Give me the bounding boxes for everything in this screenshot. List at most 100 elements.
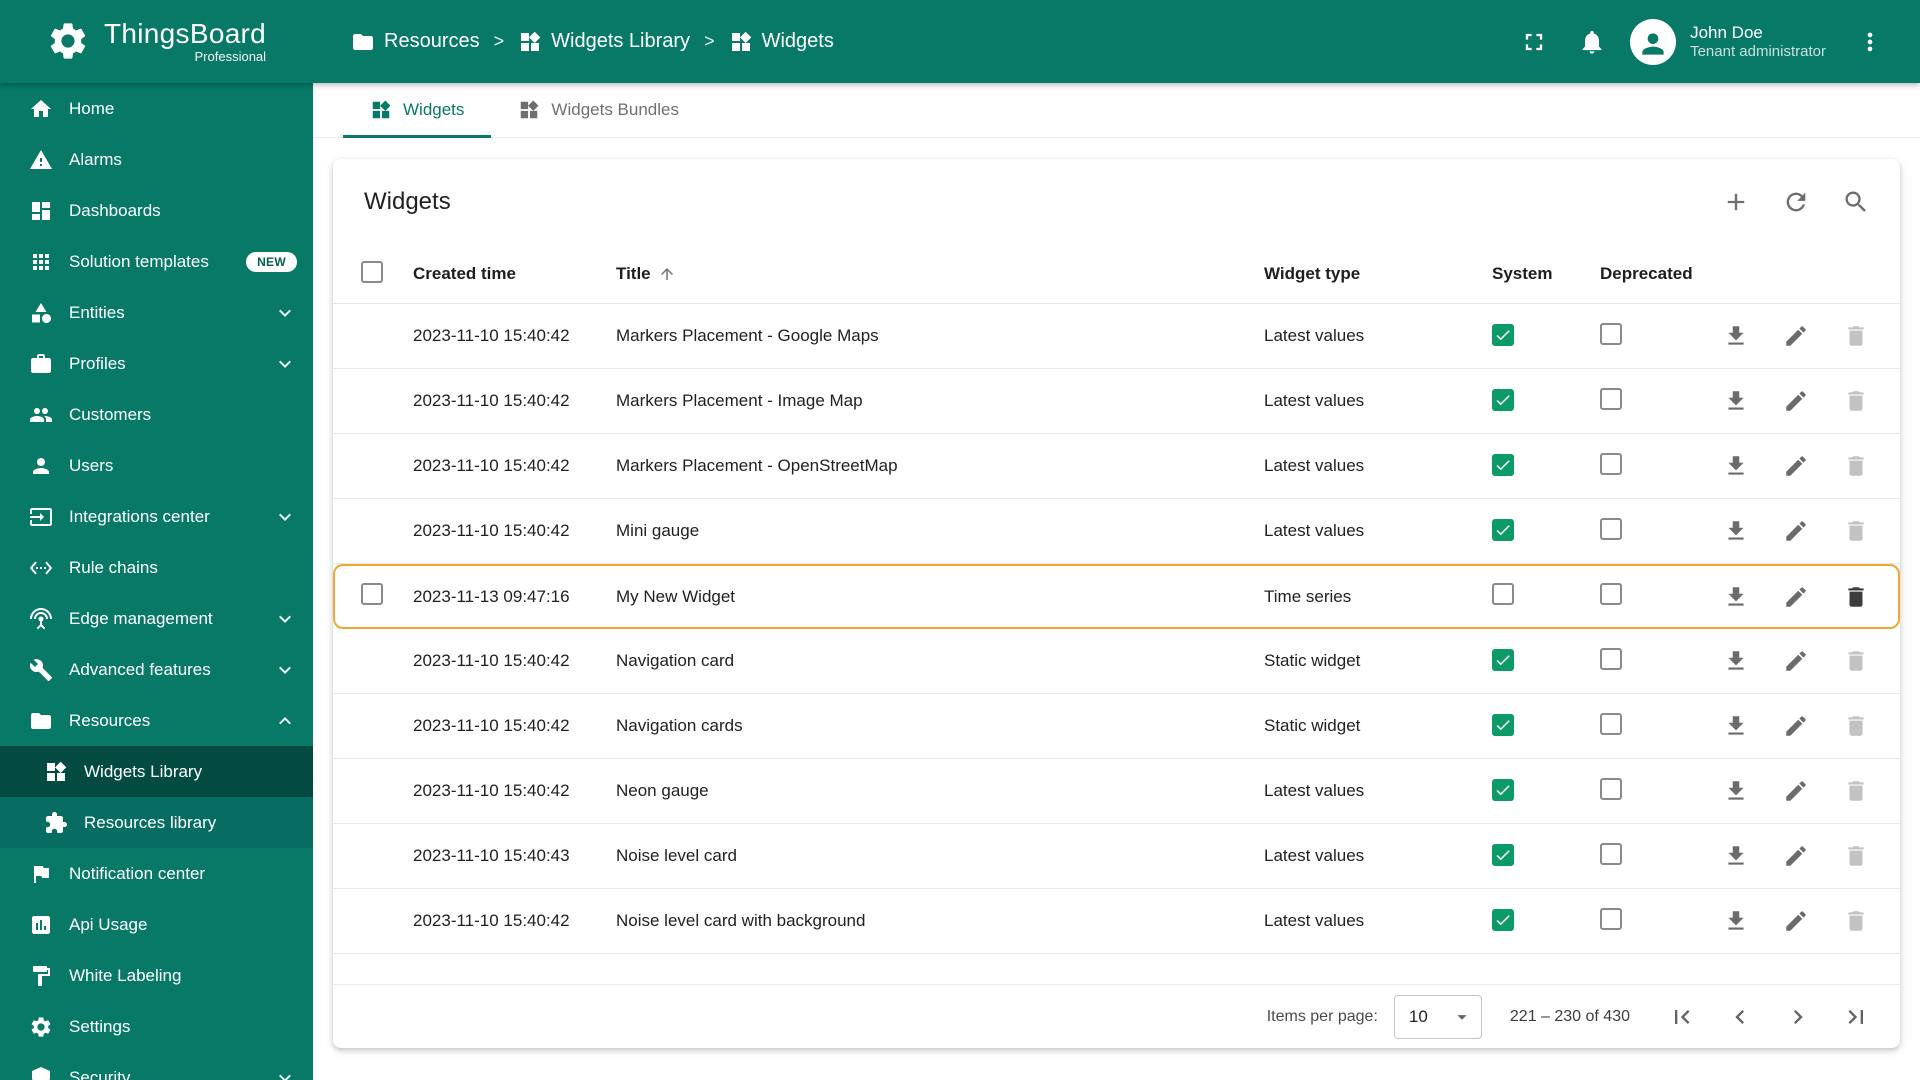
sidebar-item-users[interactable]: Users (0, 440, 313, 491)
rule-chains-icon (29, 556, 53, 580)
edit-button[interactable] (1772, 573, 1820, 621)
user-info[interactable]: John Doe Tenant administrator (1690, 22, 1826, 62)
table-row[interactable]: 2023-11-10 15:40:42 Markers Placement - O… (333, 434, 1900, 499)
refresh-button[interactable] (1772, 178, 1820, 226)
delete-icon (1843, 713, 1869, 739)
table-row[interactable]: 2023-11-10 15:40:42 Markers Placement - I… (333, 369, 1900, 434)
download-button[interactable] (1712, 767, 1760, 815)
edit-button[interactable] (1772, 637, 1820, 685)
sidebar-item-solution-templates[interactable]: Solution templates NEW (0, 236, 313, 287)
column-header-deprecated[interactable]: Deprecated (1594, 264, 1712, 284)
table-row[interactable]: 2023-11-10 15:40:43 Noise level card Lates… (333, 824, 1900, 889)
column-header-system[interactable]: System (1488, 264, 1594, 284)
previous-page-button[interactable] (1716, 993, 1764, 1041)
tab-widgets-bundles[interactable]: Widgets Bundles (491, 83, 706, 137)
more-menu-button[interactable] (1846, 18, 1894, 66)
breadcrumb-item-widgets[interactable]: Widgets (729, 30, 834, 54)
tab-widgets[interactable]: Widgets (343, 83, 492, 138)
sidebar-item-rule-chains[interactable]: Rule chains (0, 542, 313, 593)
sidebar-item-white-labeling[interactable]: White Labeling (0, 950, 313, 1001)
sidebar-item-resources[interactable]: Resources (0, 695, 313, 746)
add-widget-button[interactable] (1712, 178, 1760, 226)
table-row[interactable]: 2023-11-10 15:40:42 Noise level card with… (333, 889, 1900, 954)
avatar[interactable] (1630, 18, 1677, 65)
download-button[interactable] (1712, 832, 1760, 880)
edit-button[interactable] (1772, 767, 1820, 815)
check-icon (1494, 716, 1512, 734)
sidebar-item-settings[interactable]: Settings (0, 1001, 313, 1052)
delete-icon (1843, 648, 1869, 674)
table-row[interactable]: 2023-11-10 15:40:42 Markers Placement - G… (333, 304, 1900, 369)
alarms-icon (29, 148, 53, 172)
sidebar-item-security[interactable]: Security (0, 1052, 313, 1080)
sidebar-item-label: Widgets Library (84, 761, 203, 781)
search-button[interactable] (1832, 178, 1880, 226)
edit-button[interactable] (1772, 832, 1820, 880)
sidebar-item-dashboards[interactable]: Dashboards (0, 185, 313, 236)
edit-button[interactable] (1772, 312, 1820, 360)
sidebar-item-resources-library[interactable]: Resources library (0, 797, 313, 848)
row-checkbox[interactable] (361, 583, 383, 605)
breadcrumb-item-widgets-library[interactable]: Widgets Library (518, 30, 690, 54)
sidebar-item-alarms[interactable]: Alarms (0, 134, 313, 185)
sidebar-item-advanced-features[interactable]: Advanced features (0, 644, 313, 695)
table-row[interactable]: 2023-11-10 15:40:42 Mini gauge Latest valu… (333, 499, 1900, 564)
edge-management-icon (29, 607, 53, 631)
download-button[interactable] (1712, 507, 1760, 555)
download-button[interactable] (1712, 442, 1760, 490)
table-row[interactable]: 2023-11-10 15:40:42 Neon gauge Latest valu… (333, 759, 1900, 824)
sidebar-item-api-usage[interactable]: Api Usage (0, 899, 313, 950)
breadcrumb-separator: > (704, 31, 715, 51)
download-button[interactable] (1712, 637, 1760, 685)
first-page-button[interactable] (1658, 993, 1706, 1041)
delete-button[interactable] (1832, 573, 1880, 621)
download-button[interactable] (1712, 897, 1760, 945)
edit-button[interactable] (1772, 702, 1820, 750)
table-row[interactable]: 2023-11-13 09:47:16 My New Widget Time ser… (333, 564, 1900, 629)
delete-icon (1843, 323, 1869, 349)
sidebar-item-customers[interactable]: Customers (0, 389, 313, 440)
download-icon (1723, 908, 1749, 934)
download-button[interactable] (1712, 377, 1760, 425)
next-page-button[interactable] (1774, 993, 1822, 1041)
notification-center-icon (29, 862, 53, 886)
sidebar-item-notification-center[interactable]: Notification center (0, 848, 313, 899)
edit-button[interactable] (1772, 377, 1820, 425)
column-header-title[interactable]: Title (616, 264, 1264, 284)
sidebar-item-edge-management[interactable]: Edge management (0, 593, 313, 644)
api-usage-icon (29, 913, 53, 937)
header-actions: John Doe Tenant administrator (1510, 18, 1920, 66)
fullscreen-button[interactable] (1510, 18, 1558, 66)
column-header-created-time[interactable]: Created time (413, 264, 616, 284)
edit-button[interactable] (1772, 507, 1820, 555)
download-button[interactable] (1712, 312, 1760, 360)
last-page-icon (1842, 1003, 1870, 1031)
refresh-icon (1782, 188, 1810, 216)
security-icon (29, 1066, 53, 1080)
column-header-widget-type[interactable]: Widget type (1264, 264, 1488, 284)
tab-label: Widgets (403, 100, 465, 119)
sidebar-item-entities[interactable]: Entities (0, 287, 313, 338)
breadcrumb-item-resources[interactable]: Resources (351, 30, 480, 54)
download-button[interactable] (1712, 702, 1760, 750)
sidebar-item-widgets-library[interactable]: Widgets Library (0, 746, 313, 797)
sidebar-item-integrations-center[interactable]: Integrations center (0, 491, 313, 542)
download-button[interactable] (1712, 573, 1760, 621)
table-row[interactable]: 2023-11-10 15:40:42 Navigation card Static… (333, 629, 1900, 694)
last-page-button[interactable] (1832, 993, 1880, 1041)
sidebar-item-label: Customers (69, 404, 152, 424)
title-cell: Markers Placement - Google Maps (616, 326, 879, 345)
delete-button (1832, 832, 1880, 880)
edit-button[interactable] (1772, 897, 1820, 945)
items-per-page-select[interactable]: 10 (1393, 994, 1482, 1039)
select-all-checkbox[interactable] (361, 260, 383, 283)
column-header-title-label: Title (616, 264, 651, 283)
sidebar-item-profiles[interactable]: Profiles (0, 338, 313, 389)
edit-button[interactable] (1772, 442, 1820, 490)
brand[interactable]: ThingsBoard Professional (0, 18, 313, 64)
sidebar-item-label: Solution templates (69, 251, 209, 271)
notifications-button[interactable] (1568, 18, 1616, 66)
table-row[interactable]: 2023-11-10 15:40:42 Navigation cards Stati… (333, 694, 1900, 759)
sidebar-item-home[interactable]: Home (0, 83, 313, 134)
download-icon (1723, 648, 1749, 674)
